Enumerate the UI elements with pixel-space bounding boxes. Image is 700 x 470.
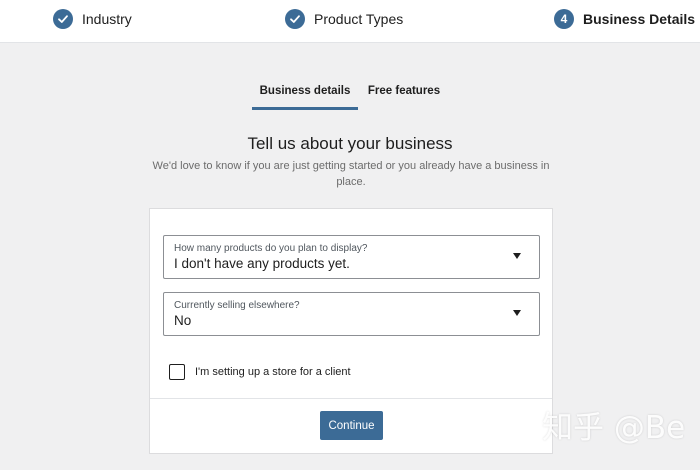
watermark: 知乎 @Be bbox=[542, 410, 686, 446]
select-value: No bbox=[174, 313, 192, 328]
check-icon bbox=[53, 9, 73, 29]
page-subtitle: We'd love to know if you are just gettin… bbox=[152, 160, 550, 188]
select-label: Currently selling elsewhere? bbox=[174, 300, 300, 311]
divider bbox=[150, 398, 552, 399]
step-label: Business Details bbox=[583, 11, 696, 27]
step-industry[interactable]: Industry bbox=[53, 7, 132, 31]
client-checkbox-row[interactable]: I'm setting up a store for a client bbox=[169, 363, 351, 381]
check-icon bbox=[285, 9, 305, 29]
step-business-details[interactable]: 4 Business Details bbox=[554, 7, 695, 31]
products-count-select[interactable]: How many products do you plan to display… bbox=[163, 235, 540, 279]
tab-bar: Business details Free features bbox=[0, 77, 700, 111]
tab-free-features[interactable]: Free features bbox=[363, 77, 445, 110]
step-label: Industry bbox=[82, 11, 132, 27]
caret-down-icon bbox=[513, 253, 521, 259]
select-value: I don't have any products yet. bbox=[174, 256, 350, 271]
business-details-card: How many products do you plan to display… bbox=[149, 208, 553, 454]
step-product-types[interactable]: Product Types bbox=[285, 7, 403, 31]
caret-down-icon bbox=[513, 310, 521, 316]
select-label: How many products do you plan to display… bbox=[174, 243, 368, 254]
tab-business-details[interactable]: Business details bbox=[252, 77, 358, 110]
checkbox-label: I'm setting up a store for a client bbox=[195, 366, 351, 378]
client-checkbox[interactable] bbox=[169, 364, 185, 380]
page-title: Tell us about your business bbox=[247, 134, 453, 153]
step-number-badge: 4 bbox=[554, 9, 574, 29]
step-label: Product Types bbox=[314, 11, 404, 27]
selling-elsewhere-select[interactable]: Currently selling elsewhere? No bbox=[163, 292, 540, 336]
continue-button[interactable]: Continue bbox=[320, 411, 383, 440]
setup-stepper: Industry Product Types 4 Business Detail… bbox=[0, 0, 700, 43]
